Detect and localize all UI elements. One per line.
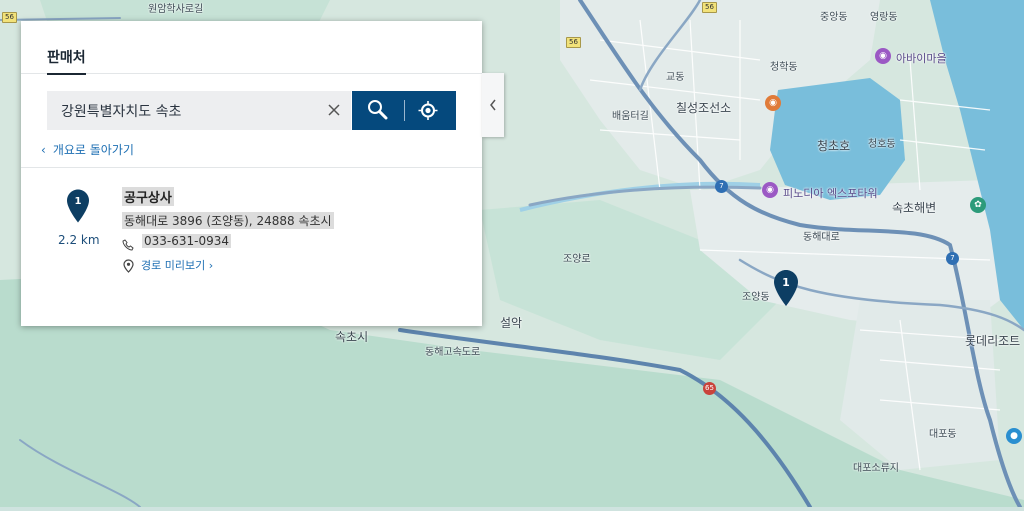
map-label: 대포동 — [929, 429, 957, 440]
phone-icon — [122, 236, 134, 255]
route-preview-label: 경로 미리보기 — [141, 259, 206, 272]
map-label: 조양동 — [742, 292, 770, 303]
route-badge: 7 — [715, 180, 728, 193]
search-actions — [352, 91, 456, 130]
road-shield: 56 — [566, 37, 581, 48]
map-label: 속초해변 — [892, 201, 937, 215]
search-box — [47, 91, 351, 130]
clear-button[interactable] — [325, 101, 343, 119]
map-pin-icon: 1 — [67, 189, 89, 223]
back-link-label: 개요로 돌아가기 — [52, 143, 134, 157]
result-name: 공구상사 — [122, 187, 174, 206]
search-icon — [368, 100, 388, 120]
tab-bar: 판매처 — [21, 21, 482, 75]
chevron-left-icon: ‹ — [41, 143, 46, 157]
map-label: 대포소류지 — [853, 463, 899, 474]
divider — [21, 167, 482, 168]
collapse-panel-button[interactable] — [482, 73, 504, 137]
road-shield: 56 — [2, 12, 17, 23]
result-address: 동해대로 3896 (조양동), 24888 속초시 — [122, 212, 334, 229]
route-badge: 7 — [946, 252, 959, 265]
result-distance: 2.2 km — [58, 233, 100, 247]
expressway-badge: 65 — [703, 382, 716, 395]
map-label: 설악 — [500, 316, 523, 330]
chevron-left-icon — [490, 99, 496, 111]
back-to-overview-link[interactable]: ‹ 개요로 돌아가기 — [41, 141, 134, 158]
search-input[interactable] — [47, 91, 307, 130]
map-label: 칠성조선소 — [676, 101, 732, 115]
map-label: 청초호 — [817, 139, 851, 153]
map-label: 롯데리조트 — [965, 334, 1021, 348]
map-label: 조양로 — [563, 254, 591, 265]
map-label: 청호동 — [868, 139, 896, 150]
map-label: 배움터길 — [612, 111, 649, 122]
map-label: 청학동 — [770, 62, 798, 73]
camera-icon[interactable]: ◉ — [762, 182, 778, 198]
place-icon[interactable]: ● — [1006, 428, 1022, 444]
camera-icon[interactable]: ◉ — [765, 95, 781, 111]
map-marker-label: 1 — [782, 276, 790, 289]
store-locator-panel: 판매처 ‹ 개요로 돌아가기 — [21, 21, 482, 326]
result-phone[interactable]: 033-631-0934 — [142, 234, 232, 248]
map-label: 동해고속도로 — [425, 347, 481, 358]
map-label: 아바이마을 — [896, 52, 947, 65]
result-marker-label: 1 — [74, 196, 81, 207]
chevron-right-icon: › — [205, 259, 214, 272]
map-label: 속초시 — [335, 330, 369, 344]
map-pin-icon: 1 — [774, 270, 798, 306]
route-preview-link[interactable]: 경로 미리보기 › — [141, 257, 213, 273]
tab-dealers[interactable]: 판매처 — [47, 47, 86, 75]
map-pin-icon — [123, 258, 134, 277]
close-icon — [328, 104, 340, 116]
road-shield: 56 — [702, 2, 717, 13]
camera-icon[interactable]: ◉ — [875, 48, 891, 64]
map-label: 교동 — [666, 72, 685, 83]
map-label: 피노디아 엑스포타워 — [783, 187, 878, 200]
crosshair-icon — [418, 101, 438, 120]
map-label: 원암학사로길 — [148, 4, 204, 15]
map-label: 영랑동 — [870, 12, 898, 23]
locate-me-button[interactable] — [405, 91, 456, 130]
result-item[interactable]: 1 2.2 km 공구상사 동해대로 3896 (조양동), 24888 속초시… — [21, 181, 482, 301]
search-button[interactable] — [352, 91, 404, 130]
map-label: 중앙동 — [820, 12, 848, 23]
beach-icon[interactable]: ✿ — [970, 197, 986, 213]
map-label: 동해대로 — [803, 232, 840, 243]
result-marker: 1 — [67, 189, 89, 227]
map-marker-1[interactable]: 1 — [774, 270, 798, 310]
